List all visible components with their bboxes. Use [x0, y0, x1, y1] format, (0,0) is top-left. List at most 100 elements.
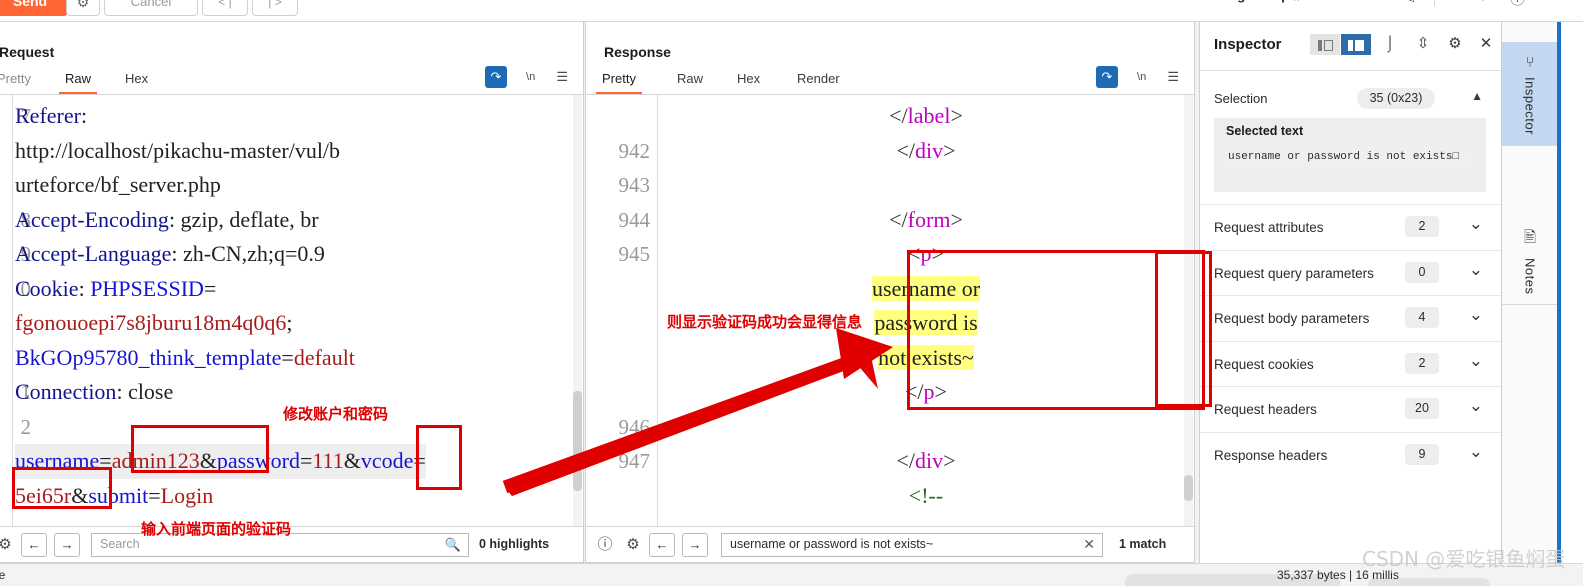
chevron-up-icon[interactable]: ▲ — [1471, 89, 1483, 103]
inspector-section-list: Request attributes 2 ⌄ Request query parame… — [1200, 204, 1501, 477]
request-code-token: : close — [116, 379, 174, 404]
inspector-selection-badge: 35 (0x23) — [1357, 88, 1435, 109]
response-tab-pretty[interactable]: Pretty — [596, 68, 642, 95]
magnifier-icon[interactable]: 🔍 — [445, 537, 461, 553]
response-search-input[interactable]: username or password is not exists~ ✕ — [721, 533, 1103, 557]
expand-all-icon[interactable]: ⌡ — [1378, 32, 1402, 56]
word-wrap-icon[interactable]: ↷ — [485, 66, 507, 88]
request-tab-raw[interactable]: Raw — [59, 68, 98, 95]
request-tool-icons: ↷ \n ☰ — [485, 66, 573, 88]
inspector-section-row[interactable]: Request body parameters 4 ⌄ — [1200, 295, 1501, 341]
inspector-section-row[interactable]: Request headers 20 ⌄ — [1200, 386, 1501, 432]
request-code-token: = — [281, 344, 294, 370]
right-tab-rail: ⑂ Inspector 🖹 Notes — [1501, 22, 1558, 563]
main-area: Request Pretty Raw Hex ↷ \n ☰ 7 8 9 0 1 … — [0, 22, 1583, 563]
inspector-section-label: Request query parameters — [1214, 265, 1374, 281]
hamburger-menu-icon[interactable]: ☰ — [551, 66, 573, 88]
clear-x-icon[interactable]: ✕ — [1083, 536, 1095, 553]
inspector-section-row[interactable]: Request query parameters 0 ⌄ — [1200, 249, 1501, 296]
response-tab-render[interactable]: Render — [791, 68, 846, 95]
inspector-section-row[interactable]: Request attributes 2 ⌄ — [1200, 204, 1501, 250]
search-prev-button[interactable]: ← — [649, 533, 675, 557]
gear-icon[interactable]: ⚙ — [0, 535, 15, 555]
pencil-icon[interactable]: ✎ — [1404, 0, 1416, 7]
chevron-down-icon[interactable]: ⌄ — [1469, 396, 1483, 416]
rail-tab-inspector-label: Inspector — [1522, 77, 1538, 135]
rail-tab-notes[interactable]: 🖹 Notes — [1502, 215, 1558, 306]
hamburger-menu-icon[interactable]: ☰ — [1162, 66, 1184, 88]
request-code-token: : — [80, 103, 88, 128]
request-tab-hex[interactable]: Hex — [119, 68, 154, 95]
response-tab-hex[interactable]: Hex — [731, 68, 766, 95]
send-button[interactable]: Send — [0, 0, 68, 16]
search-next-button[interactable]: → — [682, 533, 708, 557]
rail-tab-inspector[interactable]: ⑂ Inspector — [1502, 42, 1558, 146]
request-footer: ⚙ ← → Search 🔍 0 highlights — [0, 526, 583, 562]
search-next-button[interactable]: → — [54, 533, 80, 557]
request-code-token: = — [203, 275, 217, 301]
request-tab-pretty[interactable]: Pretty — [0, 68, 37, 95]
request-code-area[interactable]: 7 8 9 0 1 2 3 Referer:http://localhost/p… — [0, 95, 583, 526]
response-line-number — [586, 99, 658, 134]
inspector-section-row[interactable]: Response headers 9 ⌄ — [1200, 431, 1501, 478]
chevron-down-icon[interactable]: ⌄ — [1469, 305, 1483, 325]
search-prev-button[interactable]: ← — [21, 533, 47, 557]
newline-icon[interactable]: \n — [520, 66, 542, 88]
top-toolbar: Send ⚙ Cancel < | | > Target: http://loc… — [0, 0, 1583, 22]
gear-icon[interactable]: ⚙ — [66, 0, 100, 16]
request-code-token: : zh-CN,zh;q=0.9 — [171, 241, 325, 266]
close-icon[interactable]: ✕ — [1474, 32, 1498, 56]
inspector-panel: Inspector ⌡ ⇳ ⚙ ✕ Selection 35 (0x23) ▲ … — [1199, 22, 1501, 563]
help-icon[interactable]: ⓘ — [595, 535, 615, 555]
response-code-line — [666, 168, 1186, 203]
request-code-token: Connection — [15, 379, 117, 404]
response-code-bracket: > — [943, 448, 956, 473]
inspector-header-rule — [1200, 70, 1501, 71]
word-wrap-icon[interactable]: ↷ — [1096, 66, 1118, 88]
chevron-down-icon[interactable]: ⌄ — [1469, 260, 1483, 280]
status-left-text: ne — [0, 568, 6, 582]
request-scrollbar-thumb[interactable] — [573, 391, 582, 491]
response-code-bracket: </ — [889, 206, 908, 232]
request-code-token: = — [299, 448, 313, 473]
inspector-selected-text-value[interactable]: username or password is not exists□ — [1222, 146, 1478, 169]
response-code-line: <!-- — [666, 479, 1186, 514]
chevron-down-icon[interactable]: ⌄ — [1469, 442, 1483, 462]
http-version-label: HTTP/1 — [1448, 0, 1493, 3]
response-tool-icons: ↷ \n ☰ — [1096, 66, 1184, 88]
response-line-number: 942 — [618, 138, 651, 163]
chevron-down-icon[interactable]: ⌄ — [1469, 351, 1483, 371]
response-line-number — [586, 375, 658, 410]
response-line-number — [586, 306, 658, 341]
request-code-token: http://localhost/pikachu-master/vul/b — [15, 137, 341, 163]
gear-icon[interactable]: ⚙ — [623, 535, 643, 555]
inspector-section-label: Request attributes — [1214, 220, 1324, 235]
newline-icon[interactable]: \n — [1131, 66, 1153, 88]
gear-icon[interactable]: ⚙ — [1443, 32, 1467, 56]
inspector-narrow-button[interactable] — [1310, 34, 1340, 55]
response-line-number: 946 — [618, 414, 651, 439]
burp-repeater-window: Send ⚙ Cancel < | | > Target: http://loc… — [0, 0, 1583, 586]
cancel-button[interactable]: Cancel — [104, 0, 198, 16]
response-code-bracket: </ — [896, 137, 915, 163]
response-line-number: 947 — [618, 449, 651, 473]
rail-right-filler — [1561, 22, 1583, 563]
response-scrollbar-thumb[interactable] — [1184, 475, 1193, 501]
nav-back-button[interactable]: < | — [202, 0, 248, 16]
response-tab-raw[interactable]: Raw — [671, 68, 709, 95]
request-code-token: Accept-Language — [15, 241, 172, 266]
help-icon[interactable]: ⓘ — [1510, 0, 1525, 9]
inspector-section-count: 2 — [1405, 216, 1439, 237]
inspector-selection-row[interactable]: Selection 35 (0x23) ▲ — [1200, 84, 1501, 116]
inspector-section-row[interactable]: Request cookies 2 ⌄ — [1200, 340, 1501, 387]
inspector-section-count: 4 — [1405, 307, 1439, 328]
collapse-all-icon[interactable]: ⇳ — [1411, 32, 1435, 56]
request-highlight-count: 0 highlights — [479, 537, 550, 551]
inspector-wide-button[interactable] — [1341, 34, 1371, 55]
request-code-token: BkGOp95780_think_template — [15, 344, 282, 370]
nav-forward-button[interactable]: | > — [252, 0, 298, 16]
response-code-bracket: </ — [896, 448, 915, 473]
chevron-down-icon[interactable]: ⌄ — [1469, 214, 1483, 234]
csdn-watermark: CSDN @爱吃银鱼焖蛋 — [1362, 547, 1566, 571]
response-code-tagname: label — [907, 103, 951, 128]
